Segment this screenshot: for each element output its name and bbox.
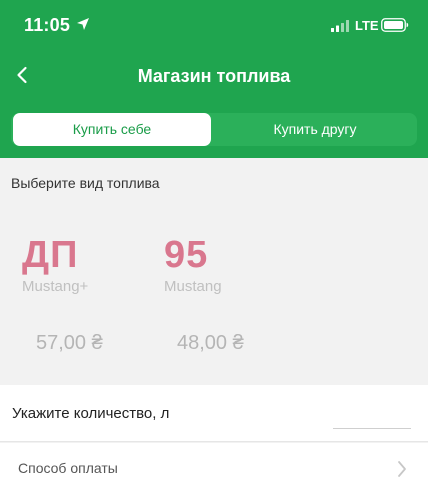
tab-buy-friend[interactable]: Купить другу bbox=[215, 113, 415, 146]
battery-icon bbox=[381, 18, 409, 32]
fuel-code: ДП bbox=[22, 234, 79, 276]
fuel-option-dp[interactable]: ДП Mustang+ bbox=[22, 232, 162, 295]
quantity-label: Укажите количество, л bbox=[12, 405, 170, 422]
network-type: LTE bbox=[355, 18, 379, 33]
fuel-price: 48,00 ₴ bbox=[177, 332, 244, 354]
fuel-price: 57,00 ₴ bbox=[36, 332, 103, 354]
chevron-right-icon bbox=[398, 461, 406, 477]
quantity-input[interactable] bbox=[333, 399, 411, 429]
fuel-brand: Mustang+ bbox=[22, 278, 89, 295]
fuel-option-95[interactable]: 95 Mustang bbox=[164, 232, 304, 295]
buy-mode-tabs: Купить себе Купить другу bbox=[11, 113, 417, 146]
signal-icon bbox=[331, 20, 349, 32]
location-arrow-icon bbox=[77, 18, 89, 30]
tab-buy-self[interactable]: Купить себе bbox=[13, 113, 211, 146]
quantity-row: Укажите количество, л bbox=[0, 385, 428, 442]
status-time: 11:05 bbox=[24, 15, 71, 35]
status-bar: 11:05 LTE bbox=[0, 0, 428, 52]
fuel-type-heading: Выберите вид топлива bbox=[11, 175, 160, 191]
nav-bar: Магазин топлива bbox=[0, 52, 428, 98]
fuel-brand: Mustang bbox=[164, 278, 222, 295]
payment-method-row[interactable]: Способ оплаты bbox=[0, 443, 428, 480]
header: 11:05 LTE Магазин топлива Купить себе Ку… bbox=[0, 0, 428, 158]
page-title: Магазин топлива bbox=[137, 66, 291, 86]
payment-method-label: Способ оплаты bbox=[18, 460, 118, 476]
fuel-code: 95 bbox=[164, 234, 209, 276]
